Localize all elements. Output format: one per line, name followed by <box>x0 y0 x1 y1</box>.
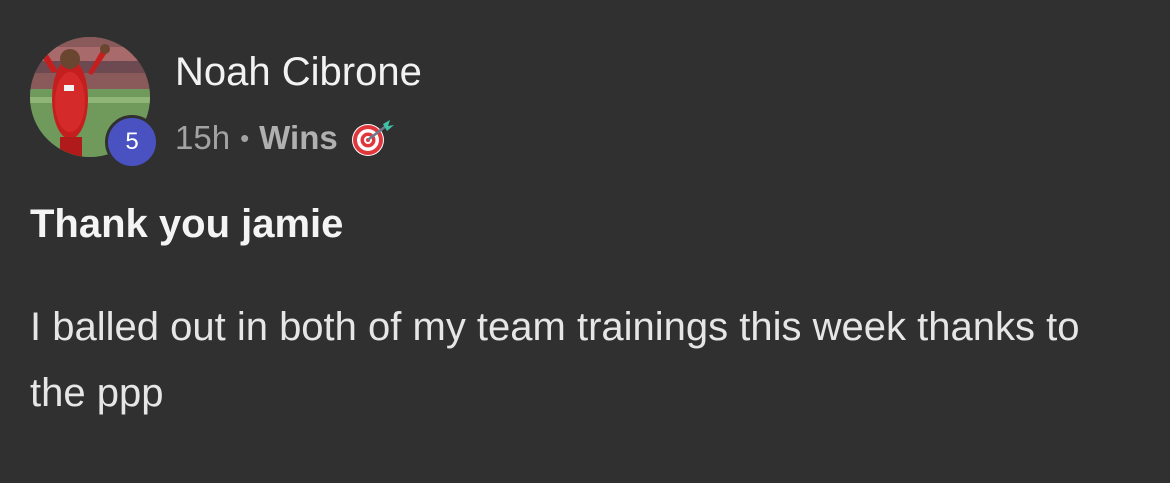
post-card: 5 Noah Cibrone 15h • Wins Thank you jami… <box>0 0 1170 483</box>
level-badge: 5 <box>105 115 159 169</box>
author-name[interactable]: Noah Cibrone <box>175 48 422 96</box>
post-title[interactable]: Thank you jamie <box>30 198 343 250</box>
category-link[interactable]: Wins <box>259 119 338 157</box>
author-avatar-group[interactable]: 5 <box>30 37 159 169</box>
dart-target-icon <box>350 118 394 158</box>
post-meta: 15h • Wins <box>175 116 394 160</box>
meta-separator: • <box>240 122 250 153</box>
post-body: I balled out in both of my team training… <box>30 305 1080 415</box>
post-time: 15h <box>175 119 231 156</box>
